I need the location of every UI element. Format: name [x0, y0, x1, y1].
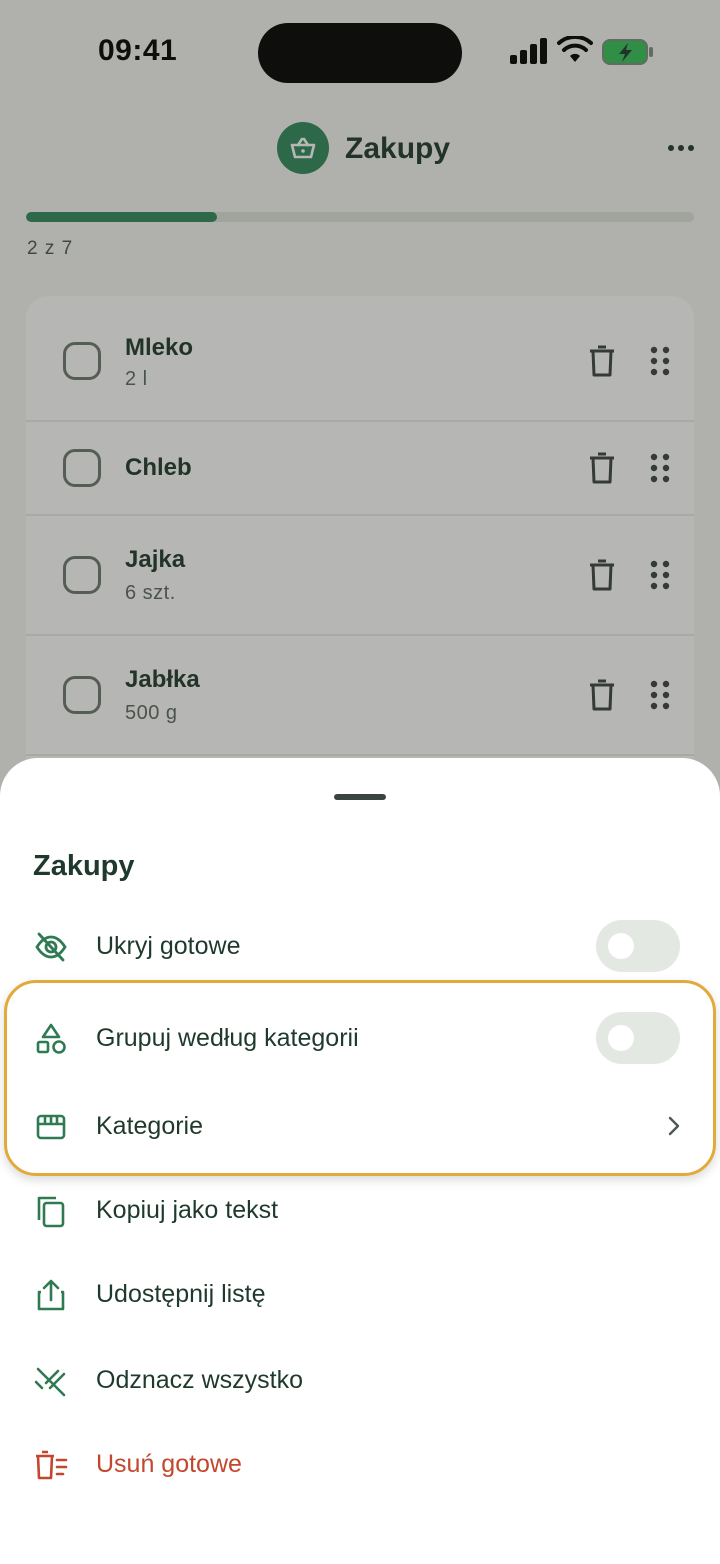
- menu-item-label: Odznacz wszystko: [96, 1366, 304, 1394]
- uncheck-all-icon: [34, 1367, 66, 1397]
- menu-item-label: Kopiuj jako tekst: [96, 1196, 279, 1224]
- highlight-frame: [4, 980, 716, 1176]
- copy-icon: [37, 1196, 65, 1228]
- screen: 09:41 Zakupy 2 z 7 Mleko 2 l Chleb Jajka…: [0, 0, 720, 1564]
- menu-item-delete-done[interactable]: Usuń gotowe: [0, 1426, 720, 1506]
- menu-item-label: Ukryj gotowe: [96, 932, 241, 960]
- menu-item-label: Usuń gotowe: [96, 1450, 242, 1478]
- options-sheet: Zakupy Ukryj gotowe Grupuj według katego…: [0, 758, 720, 1564]
- delete-done-icon: [36, 1450, 68, 1480]
- eye-off-icon: [35, 932, 67, 962]
- menu-item-uncheck-all[interactable]: Odznacz wszystko: [0, 1342, 720, 1422]
- menu-item-hide-done[interactable]: Ukryj gotowe: [0, 908, 720, 988]
- sheet-grabber[interactable]: [334, 794, 386, 800]
- sheet-title: Zakupy: [33, 850, 135, 882]
- hide-done-toggle[interactable]: [596, 920, 680, 972]
- share-icon: [37, 1279, 65, 1311]
- menu-item-label: Udostępnij listę: [96, 1280, 266, 1308]
- toggle-knob: [608, 933, 634, 959]
- menu-item-copy-as-text[interactable]: Kopiuj jako tekst: [0, 1172, 720, 1252]
- menu-item-share-list[interactable]: Udostępnij listę: [0, 1256, 720, 1336]
